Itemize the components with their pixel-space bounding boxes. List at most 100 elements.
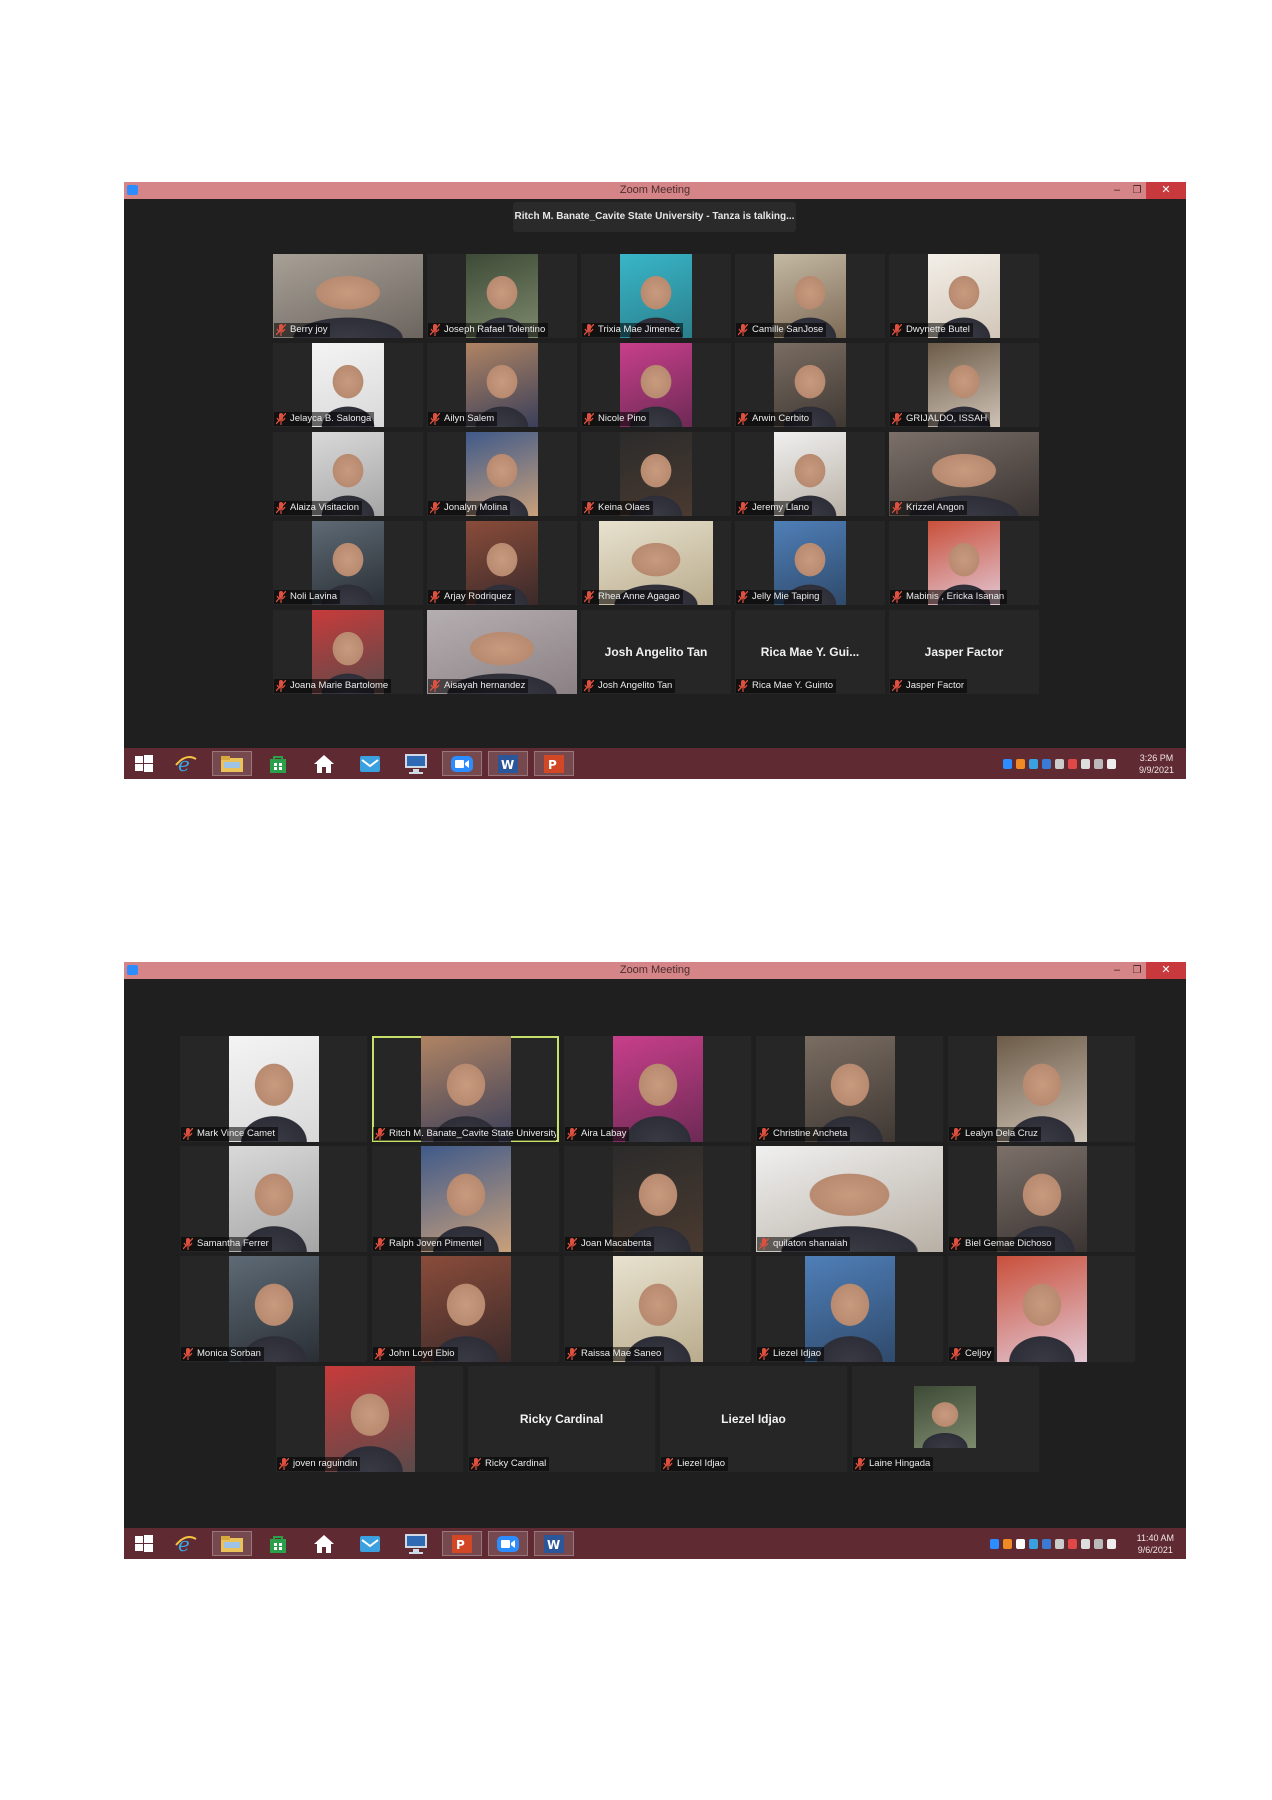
participant-name: Josh Angelito Tan (598, 680, 673, 691)
participant-tile[interactable]: quilaton shanaiah (756, 1146, 943, 1252)
participant-tile[interactable]: Aisayah hernandez (427, 610, 577, 694)
participant-name-label: Noli Lavina (274, 590, 340, 604)
participant-name: Alaiza Visitacion (290, 502, 360, 513)
participant-name: Ralph Joven Pimentel (389, 1238, 482, 1249)
participant-tile[interactable]: Monica Sorban (180, 1256, 367, 1362)
participant-tile[interactable]: Joana Marie Bartolome (273, 610, 423, 694)
mic-off-icon (375, 1128, 385, 1140)
participant-tile[interactable]: Joan Macabenta (564, 1146, 751, 1252)
window-title: Zoom Meeting (619, 964, 691, 976)
participant-tile[interactable]: Ailyn Salem (427, 343, 577, 427)
participant-tile[interactable]: Mark Vince Camet (180, 1036, 367, 1142)
file-explorer-icon[interactable] (212, 1531, 252, 1556)
participant-tile[interactable]: Jasper Factor Jasper Factor (889, 610, 1039, 694)
windows-start-icon[interactable] (124, 1531, 164, 1556)
minimize-icon[interactable]: – (1110, 182, 1124, 199)
mic-off-icon (567, 1348, 577, 1360)
home-icon[interactable] (304, 751, 344, 776)
taskbar-clock[interactable]: 3:26 PM 9/9/2021 (1139, 752, 1174, 776)
participant-tile[interactable]: Nicole Pino (581, 343, 731, 427)
close-icon[interactable]: ✕ (1146, 962, 1186, 979)
participant-tile[interactable]: Jelly Mie Taping (735, 521, 885, 605)
participant-tile[interactable]: Ricky Cardinal Ricky Cardinal (468, 1366, 655, 1472)
participant-name: Rica Mae Y. Guinto (752, 680, 833, 691)
participant-tile[interactable]: Jeremy Llano (735, 432, 885, 516)
participant-name: Liezel Idjao (677, 1458, 726, 1469)
participant-tile[interactable]: Trixia Mae Jimenez (581, 254, 731, 338)
mic-off-icon (738, 413, 748, 425)
zoom-window-2: Zoom Meeting – ❐ ✕ Mark Vince Camet Ritch… (124, 962, 1186, 1559)
mic-off-icon (430, 324, 440, 336)
talking-banner: Ritch M. Banate_Cavite State University … (513, 202, 796, 232)
mail-icon[interactable] (350, 1531, 390, 1556)
windows-start-icon[interactable] (124, 751, 164, 776)
zoom-icon[interactable] (442, 751, 482, 776)
participant-tile[interactable]: Jonalyn Molina (427, 432, 577, 516)
participant-tile[interactable]: GRIJALDO, ISSAH (889, 343, 1039, 427)
participant-tile[interactable]: Liezel Idjao Liezel Idjao (660, 1366, 847, 1472)
participant-tile[interactable]: Laine Hingada (852, 1366, 1039, 1472)
mail-icon[interactable] (350, 751, 390, 776)
zoom-icon[interactable] (488, 1531, 528, 1556)
system-tray[interactable] (1003, 748, 1116, 779)
participant-tile[interactable]: Celjoy (948, 1256, 1135, 1362)
participant-tile[interactable]: Krizzel Angon (889, 432, 1039, 516)
participant-name-label: Arjay Rodriquez (428, 590, 515, 604)
participant-tile[interactable]: Liezel Idjao (756, 1256, 943, 1362)
participant-tile[interactable]: Ritch M. Banate_Cavite State University.… (372, 1036, 559, 1142)
system-tray[interactable] (990, 1528, 1116, 1559)
minimize-icon[interactable]: – (1110, 962, 1124, 979)
participant-tile[interactable]: Arjay Rodriquez (427, 521, 577, 605)
internet-explorer-icon[interactable]: e (166, 751, 206, 776)
participant-tile[interactable]: Noli Lavina (273, 521, 423, 605)
participant-tile[interactable]: Christine Ancheta (756, 1036, 943, 1142)
powerpoint-icon[interactable]: P (534, 751, 574, 776)
participant-tile[interactable]: Camille SanJose (735, 254, 885, 338)
participant-name: Aira Labay (581, 1128, 627, 1139)
participant-tile[interactable]: Rica Mae Y. Gui... Rica Mae Y. Guinto (735, 610, 885, 694)
computer-icon[interactable] (396, 751, 436, 776)
word-icon[interactable]: W (488, 751, 528, 776)
home-icon[interactable] (304, 1531, 344, 1556)
participant-tile[interactable]: Rhea Anne Agagao (581, 521, 731, 605)
participant-name-label: Berry joy (274, 323, 331, 337)
close-icon[interactable]: ✕ (1146, 182, 1186, 199)
participant-tile[interactable]: Aira Labay (564, 1036, 751, 1142)
word-icon[interactable]: W (534, 1531, 574, 1556)
participant-tile[interactable]: Dwynette Butel (889, 254, 1039, 338)
internet-explorer-icon[interactable]: e (166, 1531, 206, 1556)
participant-tile[interactable]: John Loyd Ebio (372, 1256, 559, 1362)
mic-off-icon (584, 324, 594, 336)
window-titlebar[interactable]: Zoom Meeting – ❐ ✕ (124, 962, 1186, 979)
participant-tile[interactable]: Raissa Mae Saneo (564, 1256, 751, 1362)
mic-off-icon (430, 680, 440, 692)
mic-off-icon (892, 413, 902, 425)
store-icon[interactable] (258, 1531, 298, 1556)
powerpoint-icon[interactable]: P (442, 1531, 482, 1556)
restore-icon[interactable]: ❐ (1130, 182, 1144, 199)
restore-icon[interactable]: ❐ (1130, 962, 1144, 979)
participant-name: Celjoy (965, 1348, 992, 1359)
participant-tile[interactable]: joven raguindin (276, 1366, 463, 1472)
participant-name-label: joven raguindin (277, 1457, 361, 1471)
participant-tile[interactable]: Josh Angelito Tan Josh Angelito Tan (581, 610, 731, 694)
file-explorer-icon[interactable] (212, 751, 252, 776)
participant-tile[interactable]: Mabinis , Ericka Isanan (889, 521, 1039, 605)
participant-tile[interactable]: Arwin Cerbito (735, 343, 885, 427)
participant-tile[interactable]: Joseph Rafael Tolentino (427, 254, 577, 338)
store-icon[interactable] (258, 751, 298, 776)
participant-tile[interactable]: Jelayca B. Salonga (273, 343, 423, 427)
participant-tile[interactable]: Lealyn Dela Cruz (948, 1036, 1135, 1142)
participant-name-label: Jasper Factor (890, 679, 968, 693)
mic-off-icon (951, 1348, 961, 1360)
participant-name: Rhea Anne Agagao (598, 591, 680, 602)
participant-tile[interactable]: Samantha Ferrer (180, 1146, 367, 1252)
participant-tile[interactable]: Berry joy (273, 254, 423, 338)
participant-tile[interactable]: Keina Olaes (581, 432, 731, 516)
participant-tile[interactable]: Ralph Joven Pimentel (372, 1146, 559, 1252)
participant-tile[interactable]: Biel Gemae Dichoso (948, 1146, 1135, 1252)
taskbar-clock[interactable]: 11:40 AM 9/6/2021 (1137, 1532, 1174, 1556)
window-titlebar[interactable]: Zoom Meeting – ❐ ✕ (124, 182, 1186, 199)
participant-tile[interactable]: Alaiza Visitacion (273, 432, 423, 516)
computer-icon[interactable] (396, 1531, 436, 1556)
